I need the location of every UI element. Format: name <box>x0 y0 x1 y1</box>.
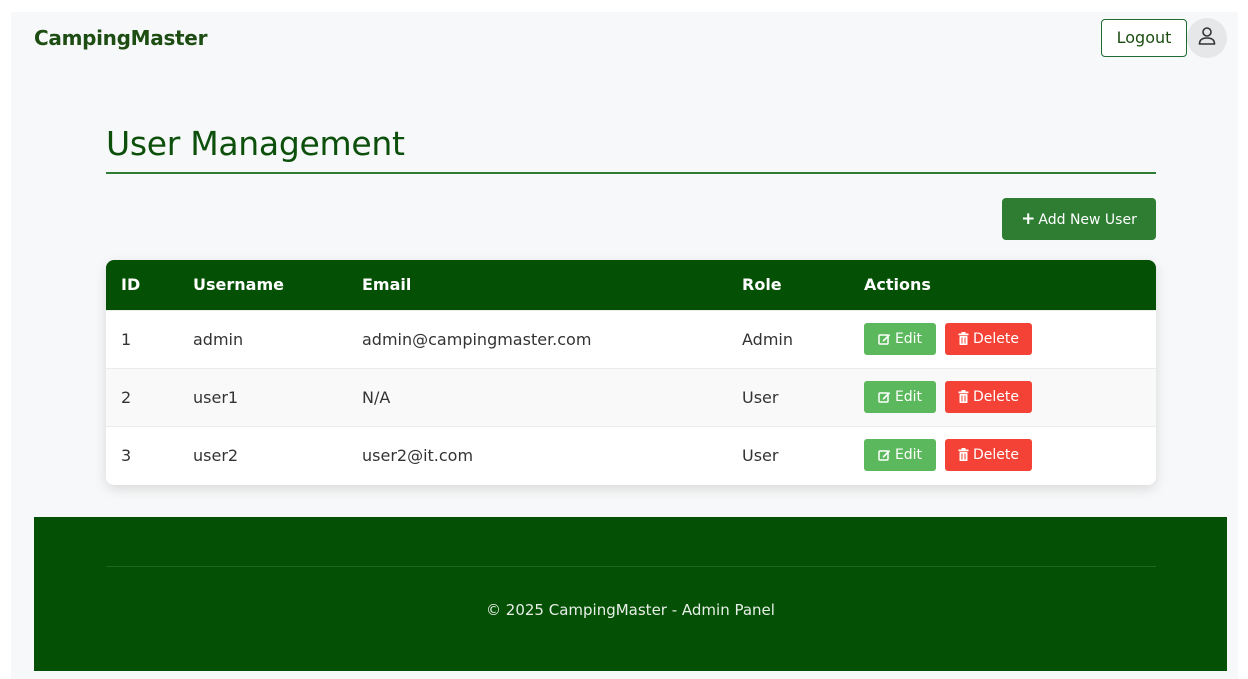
cell-role: User <box>742 387 779 407</box>
cell-actions: Edit Delete <box>849 368 1156 426</box>
column-header-actions: Actions <box>864 275 931 295</box>
cell-role: Admin <box>742 329 793 349</box>
trash-icon <box>958 325 969 357</box>
column-header-username: Username <box>193 275 284 295</box>
cell-id: 3 <box>121 445 132 465</box>
navbar: CampingMaster Logout <box>11 12 1238 68</box>
delete-label: Delete <box>973 389 1019 405</box>
column-header-email: Email <box>362 275 412 295</box>
logout-button[interactable]: Logout <box>1101 19 1187 57</box>
cell-email: user2@it.com <box>362 445 474 465</box>
footer-divider <box>106 566 1156 567</box>
page: CampingMaster Logout User Management + Ad… <box>11 12 1238 679</box>
title-divider <box>106 172 1156 174</box>
edit-button[interactable]: Edit <box>864 323 936 355</box>
brand-logo[interactable]: CampingMaster <box>34 26 207 50</box>
add-user-label: Add New User <box>1038 212 1137 228</box>
table-row: 3 user2 user2@it.com User Edit Delete <box>106 426 1156 484</box>
edit-icon <box>878 441 891 473</box>
footer: © 2025 CampingMaster - Admin Panel <box>34 517 1227 671</box>
cell-email: admin@campingmaster.com <box>362 329 592 349</box>
trash-icon <box>958 441 969 473</box>
footer-copyright: © 2025 CampingMaster - Admin Panel <box>486 601 775 619</box>
delete-button[interactable]: Delete <box>945 381 1032 413</box>
cell-username: user1 <box>193 387 239 407</box>
edit-label: Edit <box>894 389 923 405</box>
edit-icon <box>878 383 891 415</box>
delete-button[interactable]: Delete <box>945 439 1032 473</box>
column-header-id: ID <box>121 275 141 295</box>
table-row: 2 user1 N/A User Edit Delete <box>106 368 1156 426</box>
edit-button[interactable]: Edit <box>864 381 936 413</box>
delete-label: Delete <box>973 447 1019 464</box>
cell-username: admin <box>193 329 244 349</box>
cell-username: user2 <box>193 445 239 465</box>
delete-label: Delete <box>973 331 1019 347</box>
delete-button[interactable]: Delete <box>945 323 1032 355</box>
edit-button[interactable]: Edit <box>864 439 936 473</box>
avatar[interactable] <box>1187 18 1227 58</box>
trash-icon <box>958 383 969 415</box>
page-title: User Management <box>106 124 405 163</box>
table-row: 1 admin admin@campingmaster.com Admin Ed… <box>106 310 1156 368</box>
cell-actions: Edit Delete <box>849 310 1156 368</box>
cell-email: N/A <box>362 387 391 407</box>
column-header-role: Role <box>742 275 782 295</box>
edit-icon <box>878 325 891 357</box>
cell-id: 1 <box>121 329 132 349</box>
plus-icon: + <box>1021 209 1036 229</box>
users-table: ID Username Email Role Actions 1 admin a… <box>106 260 1156 485</box>
user-icon <box>1197 26 1217 50</box>
cell-id: 2 <box>121 387 132 407</box>
cell-role: User <box>742 445 779 465</box>
edit-label: Edit <box>894 447 923 464</box>
add-user-button[interactable]: + Add New User <box>1002 198 1156 240</box>
edit-label: Edit <box>894 331 923 347</box>
table-header-row: ID Username Email Role Actions <box>106 260 1156 310</box>
cell-actions: Edit Delete <box>849 426 1156 484</box>
